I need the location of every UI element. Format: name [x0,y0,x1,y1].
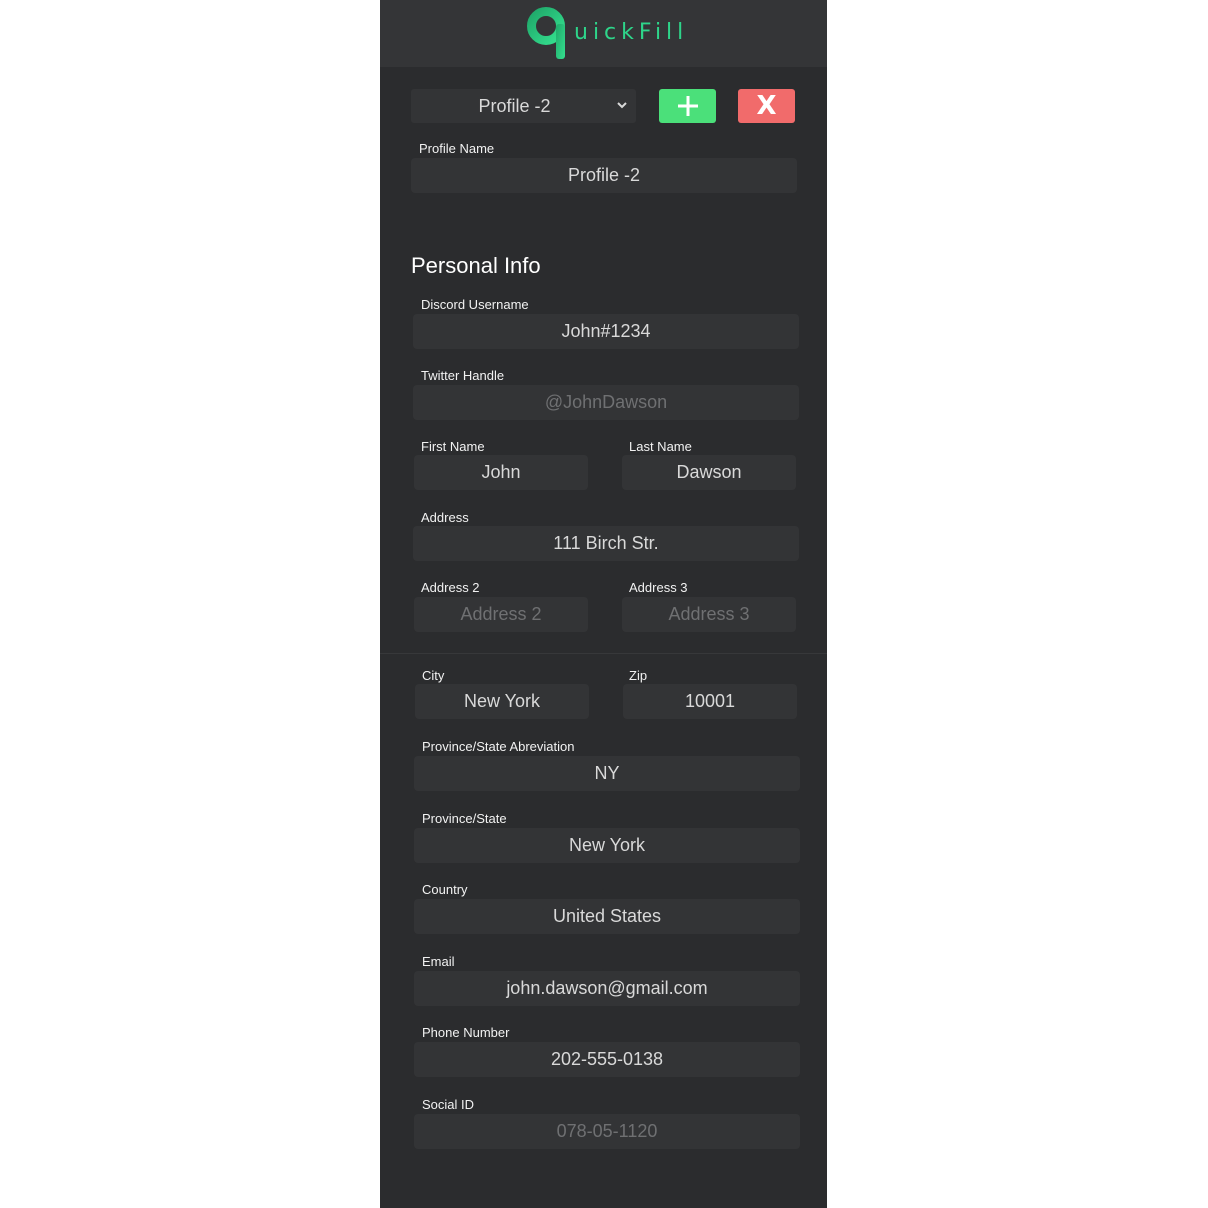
first-name-input[interactable] [414,455,588,490]
profile-name-label: Profile Name [419,141,495,156]
add-profile-button[interactable] [659,89,716,123]
chevron-down-icon [617,102,627,109]
twitter-handle-input[interactable] [413,385,799,420]
address2-label: Address 2 [421,580,480,595]
discord-username-input[interactable] [413,314,799,349]
social-id-label: Social ID [422,1097,475,1112]
address-input[interactable] [413,526,799,561]
discord-username-label: Discord Username [421,297,529,312]
logo-q-icon [527,7,565,59]
personal-info-title: Personal Info [411,253,541,278]
quickfill-panel: uickFill Profile -2 X Profile Name Perso… [380,0,827,1208]
social-id-input[interactable] [414,1114,800,1149]
app-logo: uickFill [526,4,688,62]
email-input[interactable] [414,971,800,1006]
app-logo-text: uickFill [574,20,689,45]
country-label: Country [422,882,468,897]
country-input[interactable] [414,899,800,934]
profile-select[interactable]: Profile -2 [411,89,636,123]
twitter-handle-label: Twitter Handle [421,368,505,383]
address3-input[interactable] [622,597,796,632]
state-abbreviation-input[interactable] [414,756,800,791]
phone-number-input[interactable] [414,1042,800,1077]
phone-number-label: Phone Number [422,1025,510,1040]
delete-profile-button[interactable]: X [738,89,795,123]
address2-input[interactable] [414,597,588,632]
province-state-input[interactable] [414,828,800,863]
province-state-label: Province/State [422,811,507,826]
address-label: Address [421,510,469,525]
last-name-input[interactable] [622,455,796,490]
app-header: uickFill [380,0,827,67]
zip-label: Zip [629,668,648,683]
profile-select-value: Profile -2 [478,95,551,116]
zip-input[interactable] [623,684,797,719]
email-label: Email [422,954,455,969]
section-divider [380,653,827,654]
state-abbreviation-label: Province/State Abreviation [422,739,575,754]
plus-icon [677,96,698,116]
city-label: City [422,668,445,683]
city-input[interactable] [415,684,589,719]
profile-name-input[interactable] [411,158,797,193]
last-name-label: Last Name [629,439,692,454]
address3-label: Address 3 [629,580,688,595]
first-name-label: First Name [421,439,485,454]
